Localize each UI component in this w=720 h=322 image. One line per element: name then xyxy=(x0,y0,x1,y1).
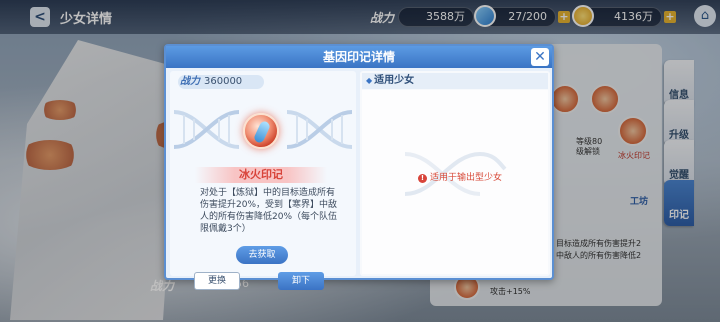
alert-icon: ! xyxy=(418,174,427,183)
unequip-button[interactable]: 卸下 xyxy=(278,272,324,290)
mark-power-value: 360000 xyxy=(204,76,243,87)
acquire-button[interactable]: 去获取 xyxy=(236,246,288,264)
diamond-bullet-icon: ◆ xyxy=(366,76,373,85)
mark-power-row: 战力 360000 xyxy=(178,75,264,89)
applicable-girls-label: 适用少女 xyxy=(374,75,415,86)
mark-power-label: 战力 xyxy=(180,76,200,87)
gene-mark-detail-dialog: 基因印记详情 ✕ 战力 360000 冰火印记 对处于【炼狱】中的目标造成所有伤害… xyxy=(164,44,554,290)
applicable-notice: ! 适用于输出型少女 xyxy=(418,170,502,183)
applicable-girls-header: ◆ 适用少女 xyxy=(362,73,548,89)
applicable-girls-list: ! 适用于输出型少女 xyxy=(362,90,548,274)
ice-fire-mark-icon xyxy=(243,113,279,149)
applicable-notice-text: 适用于输出型少女 xyxy=(430,173,503,183)
mark-name: 冰火印记 xyxy=(195,167,327,183)
mark-info-pane: 战力 360000 冰火印记 对处于【炼狱】中的目标造成所有伤害提升20%，受到【… xyxy=(170,71,356,290)
close-icon[interactable]: ✕ xyxy=(531,48,549,66)
replace-button[interactable]: 更换 xyxy=(194,272,240,290)
mark-emblem-inner xyxy=(252,119,272,145)
mark-description: 对处于【炼狱】中的目标造成所有伤害提升20%，受到【寒界】中敌人的所有伤害降低2… xyxy=(200,188,338,234)
applicable-girls-pane: ◆ 适用少女 ! 适用于输出型少女 xyxy=(360,71,550,276)
dialog-title: 基因印记详情 xyxy=(166,46,552,68)
